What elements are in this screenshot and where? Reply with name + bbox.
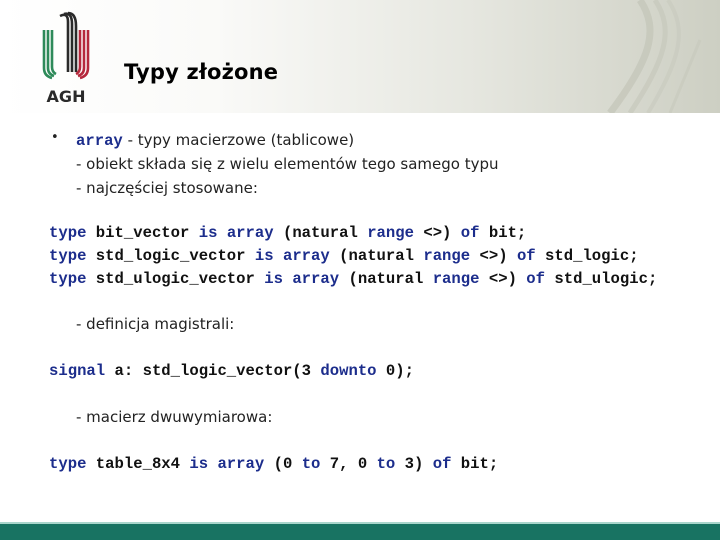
code-keyword: to (301, 455, 321, 473)
keyword-array: array (76, 132, 123, 150)
section-bus-label: - definicja magistrali: (76, 315, 235, 333)
code-token: table_8x4 (86, 455, 190, 473)
code-token: std_logic; (535, 247, 639, 265)
desc-line-1: - obiekt składa się z wielu elementów te… (76, 155, 499, 173)
desc-line-2: - najczęściej stosowane: (76, 179, 258, 197)
code-keyword: range (367, 224, 414, 242)
code-token: 0); (376, 362, 414, 380)
section-2d-label: - macierz dwuwymiarowa: (76, 408, 273, 426)
code-token: <>) (479, 270, 527, 288)
code-token: 7, 0 (320, 455, 377, 473)
code-keyword: type (49, 224, 87, 242)
code-keyword: array (282, 247, 330, 265)
code-token: (0 (264, 455, 302, 473)
code-keyword: is (198, 224, 218, 242)
code-keyword: of (460, 224, 480, 242)
code-keyword: of (516, 247, 536, 265)
code-line: type table_8x4 is array (0 to 7, 0 to 3)… (49, 455, 498, 473)
code-token: bit; (451, 455, 499, 473)
bullet-text: - typy macierzowe (tablicowe) (122, 131, 355, 149)
code-line: type std_ulogic_vector is array (natural… (49, 270, 657, 288)
code-token: (natural (329, 247, 424, 265)
code-keyword: type (49, 270, 87, 288)
code-keyword: is (254, 247, 274, 265)
code-token: <>) (413, 224, 461, 242)
code-keyword: array (217, 455, 265, 473)
code-token: 3) (395, 455, 433, 473)
code-token: bit_vector (86, 224, 199, 242)
code-token: bit; (479, 224, 527, 242)
code-keyword: of (432, 455, 452, 473)
code-keyword: downto (320, 362, 377, 380)
footer-bar (0, 522, 720, 540)
code-line: type bit_vector is array (natural range … (49, 224, 526, 242)
code-keyword: array (226, 224, 274, 242)
code-token: std_logic_vector (86, 247, 255, 265)
code-keyword: is (189, 455, 209, 473)
code-token: a: std_logic_vector(3 (105, 362, 321, 380)
bullet-array-line: array - typy macierzowe (tablicowe) (76, 131, 354, 150)
code-token: (natural (273, 224, 368, 242)
decorative-stripes (607, 0, 702, 113)
svg-text:AGH: AGH (47, 87, 86, 105)
code-keyword: range (423, 247, 471, 265)
code-keyword: signal (49, 362, 106, 380)
agh-logo-icon: AGH (42, 11, 90, 105)
code-line: signal a: std_logic_vector(3 downto 0); (49, 362, 414, 380)
code-token: std_ulogic_vector (86, 270, 265, 288)
slide-header: AGH Typy złożone (0, 0, 720, 113)
code-token: std_ulogic; (545, 270, 658, 288)
code-keyword: array (292, 270, 340, 288)
slide-title: Typy złożone (124, 60, 279, 84)
code-line: type std_logic_vector is array (natural … (49, 247, 639, 265)
code-keyword: range (432, 270, 480, 288)
code-keyword: of (526, 270, 546, 288)
code-keyword: to (376, 455, 396, 473)
code-keyword: type (49, 247, 87, 265)
code-token: <>) (470, 247, 517, 265)
code-token: (natural (339, 270, 433, 288)
bullet-marker: • (51, 130, 59, 145)
code-keyword: is (264, 270, 283, 288)
code-keyword: type (49, 455, 87, 473)
